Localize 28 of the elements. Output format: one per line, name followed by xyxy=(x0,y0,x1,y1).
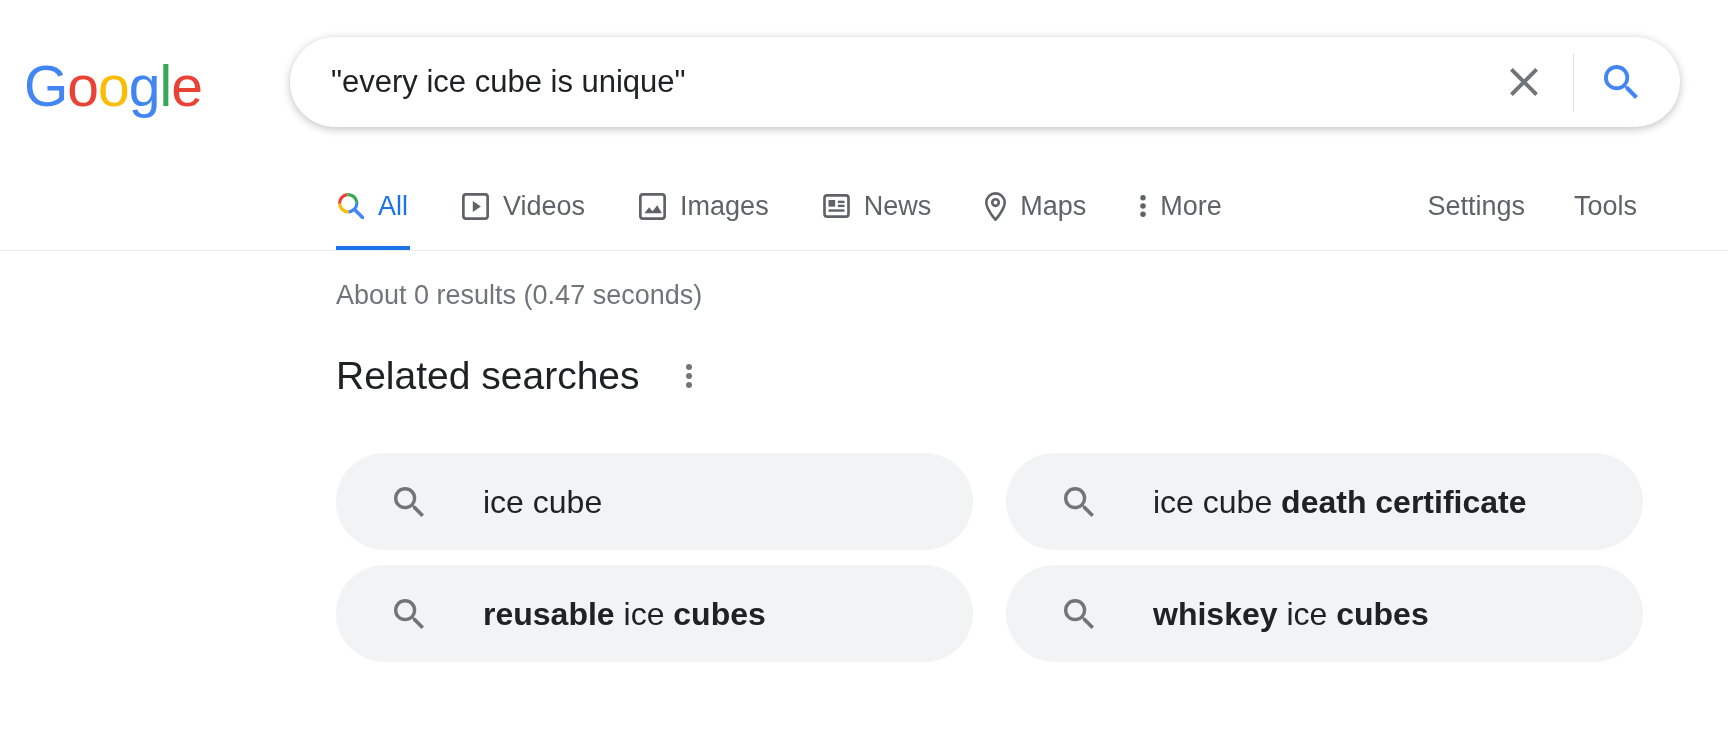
toolbar-link[interactable]: Settings xyxy=(1427,162,1525,250)
search-field[interactable]: "every ice cube is unique" xyxy=(331,58,1510,106)
related-search-chip[interactable]: ice cube xyxy=(336,453,973,550)
kebab-icon[interactable] xyxy=(684,363,693,388)
result-stats: About 0 results (0.47 seconds) xyxy=(336,279,703,312)
related-search-chip[interactable]: reusable ice cubes xyxy=(336,565,973,662)
search-icon xyxy=(394,486,424,517)
toolbar-link[interactable]: Tools xyxy=(1573,162,1637,250)
related-search-chip[interactable]: whiskey ice cubes xyxy=(1006,565,1643,662)
map-pin-icon xyxy=(985,191,1007,221)
section-heading: Related searches xyxy=(336,353,640,399)
kebab-icon xyxy=(1140,195,1147,217)
search-icon xyxy=(1064,598,1094,629)
play-icon xyxy=(462,192,489,220)
close-icon[interactable] xyxy=(1510,68,1538,96)
related-search-chip[interactable]: ice cube death certificate xyxy=(1006,453,1643,550)
search-tab[interactable]: News xyxy=(820,162,934,250)
search-icon xyxy=(394,598,424,629)
search-tab[interactable]: Videos xyxy=(460,162,588,250)
search-icon xyxy=(1064,486,1094,517)
search-tab[interactable]: Maps xyxy=(983,162,1089,250)
search-icon[interactable] xyxy=(1604,65,1638,99)
search-icon xyxy=(338,193,364,219)
image-icon xyxy=(639,192,667,220)
search-tab[interactable]: Images xyxy=(637,162,771,250)
newspaper-icon xyxy=(822,194,850,218)
search-tab[interactable]: All xyxy=(336,162,410,250)
search-tab[interactable]: More xyxy=(1138,162,1224,250)
